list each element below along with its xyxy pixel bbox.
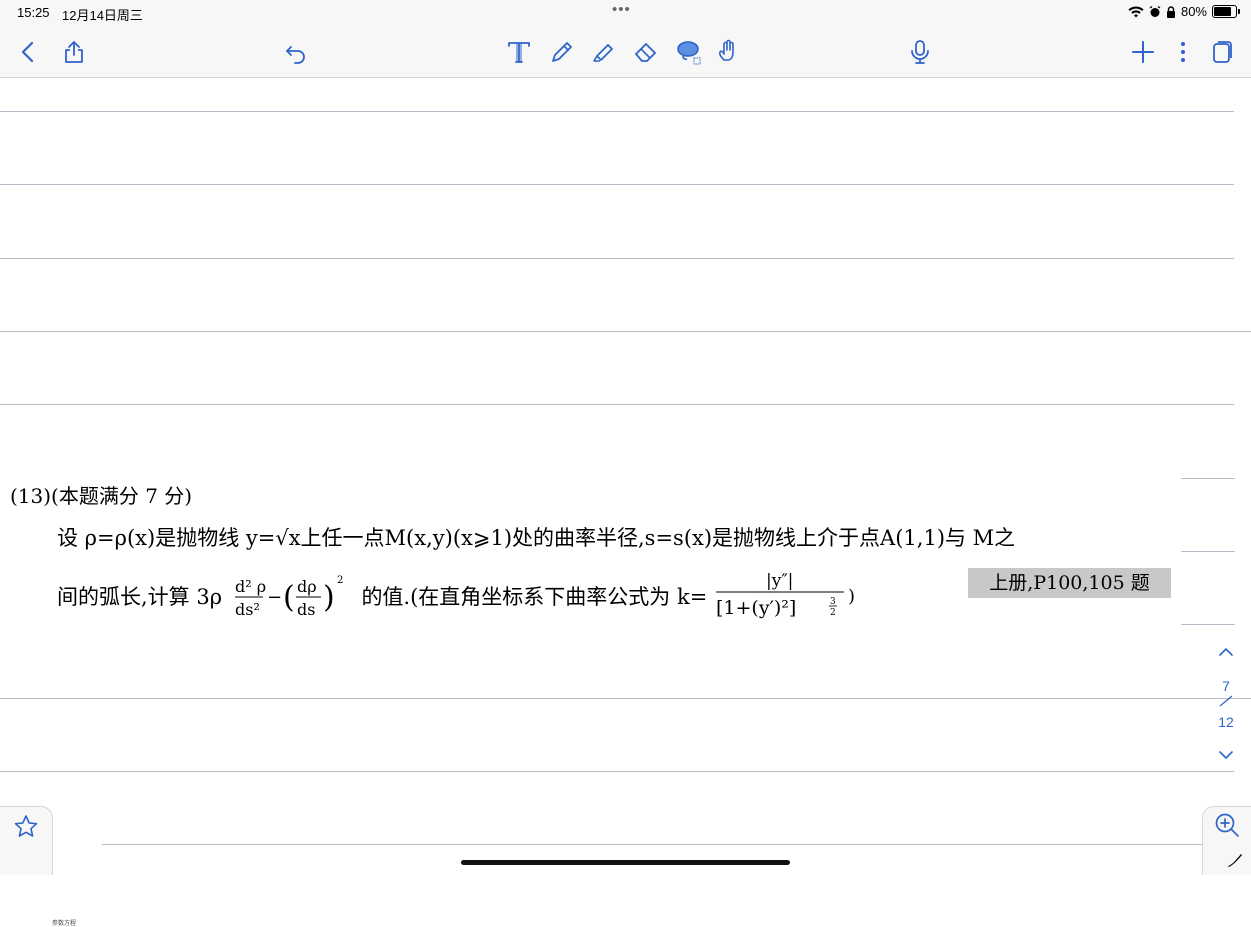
lock-rotation-icon: [1166, 5, 1175, 18]
pen-tool-button[interactable]: [547, 37, 577, 67]
highlighter-tool-button[interactable]: [589, 37, 619, 67]
ruled-line: [1181, 624, 1235, 625]
hand-pointer-icon: [718, 39, 734, 61]
microphone-icon: [911, 40, 929, 64]
ruled-line: [0, 698, 1251, 699]
more-vertical-icon: [1181, 42, 1185, 62]
svg-text:(: (: [283, 580, 295, 615]
pages-overview-button[interactable]: [1207, 37, 1237, 67]
svg-text:−: −: [267, 587, 282, 608]
favorite-panel: [0, 806, 53, 875]
svg-text:2: 2: [830, 608, 836, 618]
zoom-in-icon: [1215, 813, 1239, 837]
problem-text-part: 的值.(在直角坐标系下曲率公式为 k=: [361, 585, 708, 609]
chevron-down-icon: [1219, 751, 1233, 759]
home-indicator[interactable]: [461, 860, 790, 865]
svg-text:ds: ds: [297, 600, 315, 619]
svg-text:): ): [323, 580, 335, 615]
ruled-line: [0, 184, 1234, 185]
problem-heading: (13)(本题满分 7 分): [10, 484, 193, 508]
plus-icon: [1132, 41, 1154, 63]
pencil-status-button[interactable]: [1225, 849, 1245, 873]
more-options-button[interactable]: [1168, 37, 1198, 67]
footer-label: 参数方程: [52, 920, 77, 927]
zoom-button[interactable]: [1213, 811, 1241, 843]
star-icon: [14, 815, 38, 837]
pen-icon: [552, 42, 572, 62]
multitasking-dots-icon[interactable]: •••: [612, 1, 631, 18]
status-time: 15:25: [17, 5, 50, 20]
total-pages-number: 12: [1218, 714, 1234, 730]
previous-page-button[interactable]: [1217, 640, 1235, 667]
chevron-up-icon: [1219, 648, 1233, 656]
svg-text:[1+(y′)²]: [1+(y′)²]: [716, 597, 796, 619]
pencil-icon: [1228, 854, 1242, 867]
problem-text-part: 间的弧长,计算 3ρ: [57, 585, 223, 609]
share-button[interactable]: [59, 37, 89, 67]
problem-text-line1: 设 ρ=ρ(x)是抛物线 y=√x上任一点M(x,y)(x⩾1)处的曲率半径,s…: [57, 526, 1016, 550]
ruled-line: [0, 111, 1234, 112]
undo-icon: [286, 46, 305, 64]
svg-text:): ): [848, 586, 855, 607]
battery-percent: 80%: [1180, 4, 1207, 19]
ruled-line: [0, 331, 1251, 332]
formula-derivatives: d² ρ ds² − ( dρ ds ) 2: [233, 573, 351, 624]
chevron-left-icon: [21, 41, 34, 63]
ruled-line: [0, 258, 1234, 259]
hand-tool-button[interactable]: [713, 37, 743, 67]
undo-button[interactable]: [281, 37, 311, 67]
current-page-number: 7: [1222, 678, 1230, 694]
highlighter-icon: [593, 44, 613, 62]
add-page-button[interactable]: [1128, 37, 1158, 67]
svg-text:d² ρ: d² ρ: [235, 577, 266, 596]
svg-text:3: 3: [830, 597, 836, 607]
formula-curvature: |y″| [1+(y′)²] 3 2 ): [714, 570, 864, 627]
wifi-icon: [1128, 6, 1144, 17]
microphone-button[interactable]: [905, 37, 935, 67]
lasso-tool-button[interactable]: [673, 37, 703, 67]
alarm-icon: [1149, 5, 1161, 17]
share-icon: [65, 41, 83, 63]
zoom-panel: [1202, 806, 1251, 875]
status-indicators: 80%: [1128, 4, 1240, 19]
svg-text:dρ: dρ: [297, 577, 317, 596]
ruled-line: [1181, 478, 1235, 479]
text-tool-icon: [508, 42, 530, 63]
page-divider: [1201, 694, 1251, 711]
ruled-line: [0, 771, 1234, 772]
eraser-tool-button[interactable]: [631, 37, 661, 67]
pages-icon: [1213, 41, 1232, 63]
ruled-line: [0, 404, 1234, 405]
eraser-icon: [635, 43, 656, 62]
svg-text:ds²: ds²: [235, 600, 260, 619]
status-bar: 15:25 12月14日周三 ••• 80%: [0, 0, 1251, 26]
text-tool-button[interactable]: [504, 37, 534, 67]
status-date: 12月14日周三: [62, 8, 143, 23]
problem-text-line2: 间的弧长,计算 3ρ d² ρ ds² − ( dρ ds ) 2 的值.(在直…: [57, 570, 864, 627]
favorite-button[interactable]: [12, 813, 40, 845]
toolbar: [0, 26, 1251, 78]
battery-icon: [1212, 5, 1240, 18]
back-button[interactable]: [13, 37, 43, 67]
svg-text:|y″|: |y″|: [766, 571, 793, 591]
notebook-page[interactable]: (13)(本题满分 7 分) 设 ρ=ρ(x)是抛物线 y=√x上任一点M(x,…: [0, 78, 1251, 927]
svg-text:2: 2: [337, 575, 343, 586]
next-page-button[interactable]: [1217, 744, 1235, 771]
ruled-line: [102, 844, 1202, 845]
source-badge: 上册,P100,105 题: [968, 568, 1171, 598]
ruled-line: [1181, 551, 1235, 552]
lasso-icon: [677, 41, 701, 65]
